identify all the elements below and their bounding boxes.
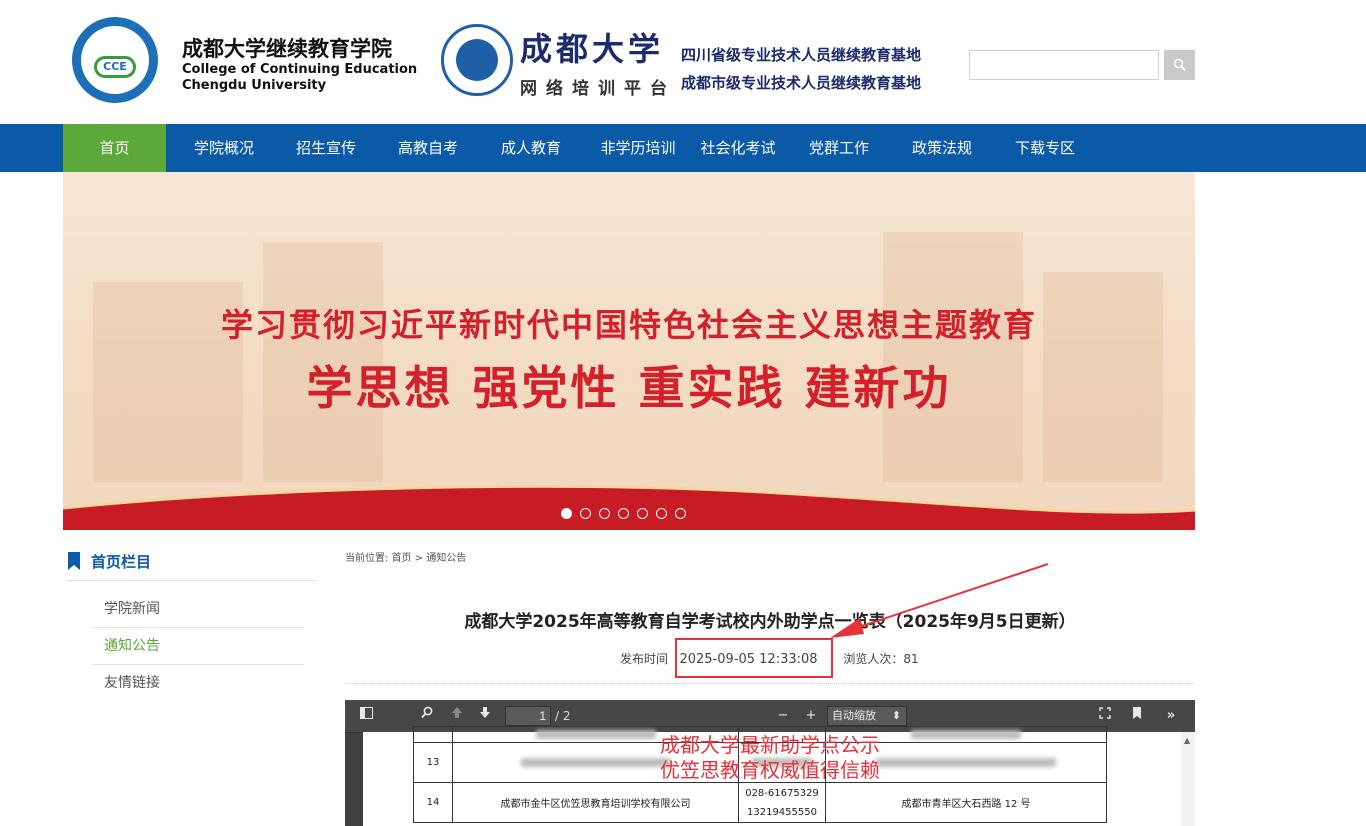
- sidebar-item-links[interactable]: 友情链接: [92, 665, 304, 702]
- nav-item-party-work[interactable]: 党群工作: [791, 124, 887, 172]
- breadcrumb-separator: >: [414, 553, 424, 564]
- search-icon: [1173, 58, 1186, 72]
- next-page-icon[interactable]: [475, 706, 495, 726]
- overlay-caption-2: 优笠思教育权威值得信赖: [660, 758, 880, 782]
- cce-logo-text: CCE: [94, 56, 136, 78]
- zoom-out-button[interactable]: −: [773, 706, 793, 726]
- nav-item-non-degree-training[interactable]: 非学历培训: [588, 124, 688, 172]
- college-name-cn: 成都大学继续教育学院: [182, 37, 392, 61]
- article-title: 成都大学2025年高等教育自学考试校内外助学点一览表（2025年9月5日更新）: [464, 612, 1076, 632]
- breadcrumb: 当前位置: 首页 > 通知公告: [345, 549, 466, 564]
- search-button[interactable]: [1164, 50, 1195, 80]
- nav-item-self-exam[interactable]: 高教自考: [380, 124, 476, 172]
- nav-item-policies[interactable]: 政策法规: [894, 124, 990, 172]
- platform-name: 网络培训平台: [520, 79, 676, 99]
- university-name: 成都大学: [520, 30, 665, 68]
- carousel-dot-2[interactable]: [580, 508, 591, 519]
- site-header: CCE 成都大学继续教育学院 College of Continuing Edu…: [0, 0, 1366, 124]
- publish-label: 发布时间: [620, 652, 669, 666]
- carousel-dots: [561, 508, 694, 522]
- base-title-provincial: 四川省级专业技术人员继续教育基地: [681, 46, 922, 64]
- bookmark-icon[interactable]: [1127, 706, 1147, 726]
- carousel-dot-6[interactable]: [656, 508, 667, 519]
- sidebar-item-news[interactable]: 学院新闻: [92, 591, 304, 628]
- college-logo[interactable]: CCE: [72, 17, 158, 103]
- row-phone-1: 028-61675329: [745, 787, 819, 799]
- breadcrumb-current[interactable]: 通知公告: [426, 553, 466, 564]
- find-icon[interactable]: [417, 706, 437, 726]
- college-name-en-line1: College of Continuing Education: [182, 62, 418, 77]
- fullscreen-icon[interactable]: [1095, 706, 1115, 726]
- main-nav: 首页 学院概况 招生宣传 高教自考 成人教育 非学历培训 社会化考试 党群工作 …: [0, 124, 1366, 172]
- university-seal-icon: [441, 24, 513, 96]
- nav-item-downloads[interactable]: 下载专区: [997, 124, 1093, 172]
- views-count: 81: [903, 652, 919, 666]
- zoom-in-button[interactable]: +: [801, 706, 821, 726]
- base-title-city: 成都市级专业技术人员继续教育基地: [681, 74, 922, 92]
- carousel-dot-1[interactable]: [561, 508, 572, 519]
- sidebar-toggle-icon[interactable]: [357, 706, 375, 726]
- meta-divider: [345, 683, 1195, 684]
- row-number: 14: [413, 782, 453, 823]
- annotation-arrow: [830, 563, 1049, 638]
- nav-item-social-exams[interactable]: 社会化考试: [688, 124, 788, 172]
- carousel-dot-3[interactable]: [599, 508, 610, 519]
- carousel-dot-4[interactable]: [618, 508, 629, 519]
- carousel-dot-5[interactable]: [637, 508, 648, 519]
- page-total: / 2: [555, 709, 571, 723]
- row-address: 成都市青羊区大石西路 12 号: [825, 782, 1107, 823]
- search-input[interactable]: [969, 50, 1159, 80]
- college-name-en-line2: Chengdu University: [182, 78, 327, 93]
- overlay-caption-1: 成都大学最新助学点公示: [660, 733, 880, 757]
- breadcrumb-home-link[interactable]: 首页: [392, 553, 412, 564]
- zoom-select-value: 自动缩放: [832, 709, 876, 722]
- bookmark-icon: [68, 552, 80, 570]
- sidebar-header: 首页栏目: [67, 548, 317, 581]
- table-row: 14 成都市金牛区优笠思教育培训学校有限公司 028-61675329 1321…: [413, 782, 1107, 823]
- more-tools-icon[interactable]: »: [1161, 706, 1181, 726]
- row-name: 成都市金牛区优笠思教育培训学校有限公司: [452, 782, 739, 823]
- sidebar-item-notices[interactable]: 通知公告: [92, 628, 304, 665]
- updown-caret-icon: ⬍: [891, 709, 901, 722]
- nav-item-about[interactable]: 学院概况: [176, 124, 272, 172]
- sidebar-title: 首页栏目: [91, 553, 152, 571]
- page-number-input[interactable]: [505, 706, 551, 726]
- hero-banner[interactable]: 学习贯彻习近平新时代中国特色社会主义思想主题教育 学思想 强党性 重实践 建新功: [63, 172, 1195, 530]
- college-name-en: College of Continuing Education Chengdu …: [182, 62, 417, 94]
- carousel-dot-7[interactable]: [675, 508, 686, 519]
- nav-item-admissions[interactable]: 招生宣传: [278, 124, 374, 172]
- nav-item-home[interactable]: 首页: [63, 124, 166, 172]
- banner-slogan: 学思想 强党性 重实践 建新功: [306, 361, 952, 415]
- banner-headline: 学习贯彻习近平新时代中国特色社会主义思想主题教育: [220, 306, 1037, 344]
- nav-item-adult-education[interactable]: 成人教育: [483, 124, 579, 172]
- previous-page-icon[interactable]: [447, 706, 467, 726]
- breadcrumb-prefix: 当前位置:: [345, 553, 389, 564]
- zoom-select[interactable]: 自动缩放 ⬍: [827, 706, 907, 726]
- views-label: 浏览人次：: [843, 652, 904, 666]
- annotation-highlight-box: [675, 638, 833, 678]
- row-phone-2: 13219455550: [747, 806, 817, 818]
